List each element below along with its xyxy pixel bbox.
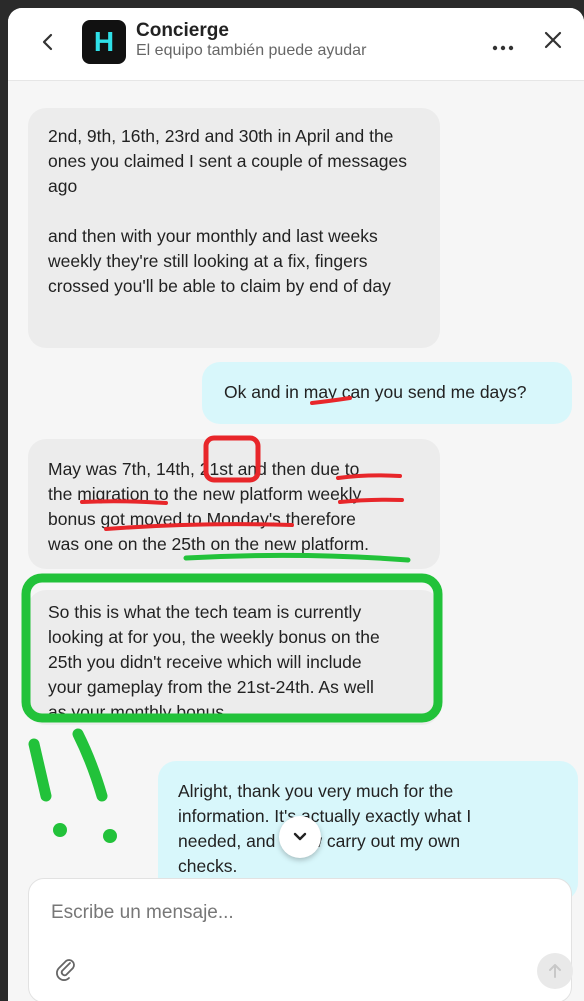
message-line: May was 7th, 14th, 21st and then due to — [48, 459, 360, 479]
chevron-left-icon — [42, 33, 53, 51]
chat-window: H Concierge El equipo también puede ayud… — [8, 8, 584, 1001]
message-line: 25th you didn't receive which will inclu… — [48, 652, 362, 672]
more-horizontal-icon — [492, 45, 514, 51]
message-composer — [28, 878, 573, 1001]
chat-header: H Concierge El equipo también puede ayud… — [8, 8, 584, 81]
chat-title: Concierge — [136, 20, 229, 41]
chevron-down-icon — [293, 832, 307, 841]
agent-message: May was 7th, 14th, 21st and then due to … — [28, 439, 440, 569]
scroll-to-bottom-button[interactable] — [279, 816, 321, 858]
send-button[interactable] — [537, 953, 573, 989]
message-line: needed, and I now carry out my own — [178, 831, 461, 851]
more-options-button[interactable] — [492, 38, 514, 54]
concierge-logo: H — [82, 20, 126, 64]
chat-subtitle: El equipo también puede ayudar — [136, 42, 367, 59]
message-paragraph: and then with your monthly and last week… — [48, 226, 391, 296]
message-line: was one on the 25th on the new platform. — [48, 534, 370, 554]
message-text: Ok and in may can you send me days? — [224, 382, 527, 402]
close-icon — [544, 31, 562, 49]
user-message: Ok and in may can you send me days? — [202, 362, 572, 424]
message-line: the migration to the new platform weekly — [48, 484, 362, 504]
message-line: looking at for you, the weekly bonus on … — [48, 627, 380, 647]
attach-button[interactable] — [55, 957, 77, 981]
back-button[interactable] — [36, 30, 60, 54]
message-line: your gameplay from the 21st-24th. As wel… — [48, 677, 374, 697]
message-line: bonus got moved to Monday's therefore — [48, 509, 356, 529]
agent-message: So this is what the tech team is current… — [28, 590, 440, 725]
close-button[interactable] — [541, 28, 565, 52]
message-line: So this is what the tech team is current… — [48, 602, 362, 622]
message-line: as your monthly bonus. — [48, 702, 229, 722]
agent-message: 2nd, 9th, 16th, 23rd and 30th in April a… — [28, 108, 440, 348]
message-paragraph: 2nd, 9th, 16th, 23rd and 30th in April a… — [48, 126, 407, 196]
arrow-up-icon — [549, 964, 561, 978]
paperclip-icon — [56, 959, 75, 981]
message-line: information. It's actually exactly what … — [178, 806, 472, 826]
message-input[interactable] — [49, 897, 493, 929]
message-line: checks. — [178, 856, 238, 876]
message-line: Alright, thank you very much for the — [178, 781, 454, 801]
